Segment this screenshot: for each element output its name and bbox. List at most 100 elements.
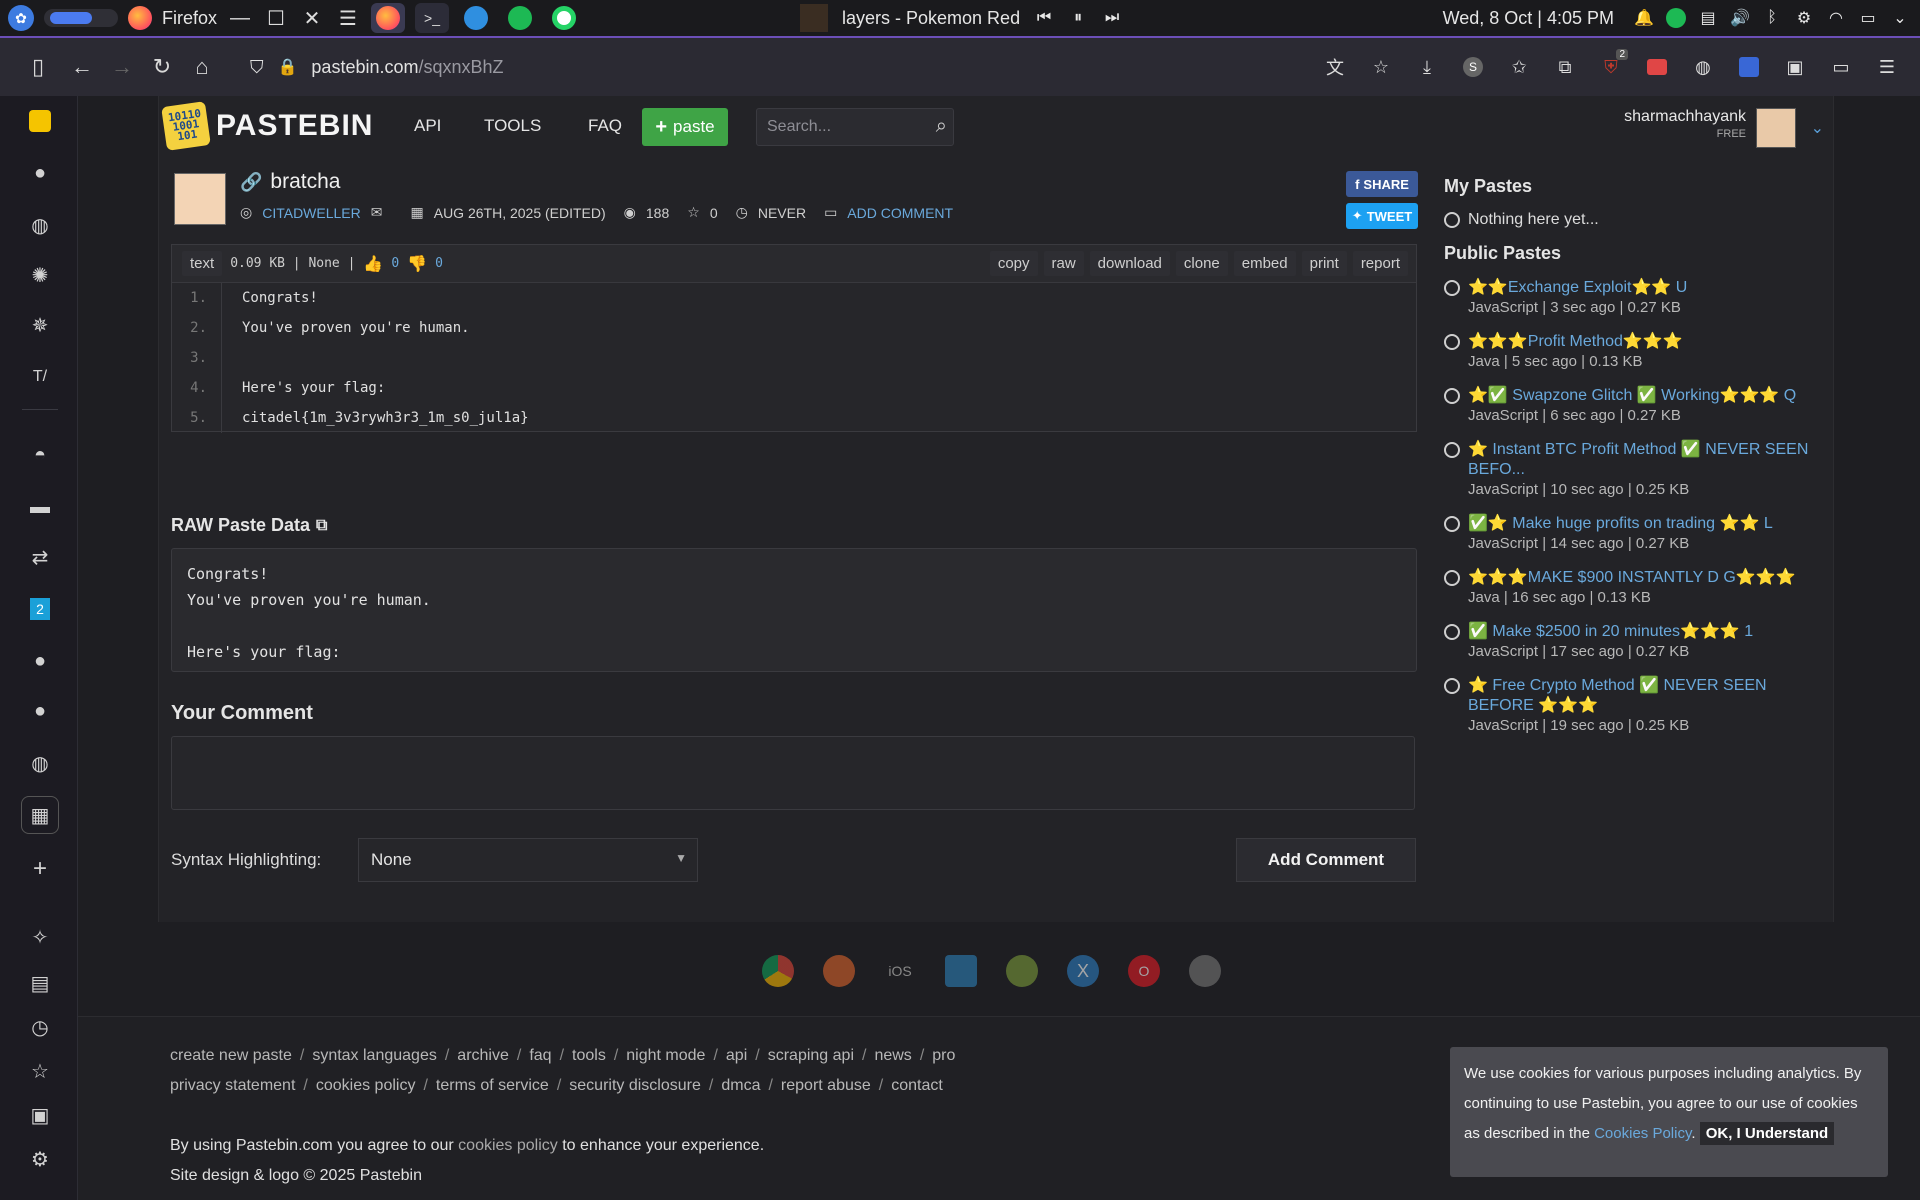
github-icon[interactable]: ● <box>21 154 59 192</box>
firefox-icon[interactable] <box>128 6 152 30</box>
globe-icon[interactable]: ◍ <box>21 206 59 244</box>
taskbar-spotify[interactable] <box>503 3 537 33</box>
footer-link[interactable]: night mode <box>626 1047 705 1065</box>
history-clock-icon[interactable]: ◷ <box>21 1008 59 1046</box>
copy-button[interactable]: copy <box>989 251 1038 276</box>
bluetooth-icon[interactable]: ᛒ <box>1762 8 1782 28</box>
tweet-button[interactable]: ✦ TWEET <box>1346 203 1418 229</box>
next-track-icon[interactable]: ⏭ <box>1102 8 1122 28</box>
nav-tools[interactable]: TOOLS <box>484 116 541 136</box>
public-paste-item[interactable]: ⭐ Instant BTC Profit Method ✅ NEVER SEEN… <box>1444 440 1814 500</box>
app-menu-icon[interactable]: ☰ <box>1868 47 1906 87</box>
public-paste-title[interactable]: ✅⭐ Make huge profits on trading ⭐⭐ L <box>1468 514 1814 534</box>
reload-icon[interactable]: ↻ <box>142 47 182 87</box>
chevron-down-icon[interactable]: ⌄ <box>1811 118 1824 138</box>
image-app-icon[interactable]: ▬ <box>21 488 59 526</box>
maximize-icon[interactable]: ☐ <box>263 6 289 31</box>
text-app-icon[interactable]: T/ <box>21 358 59 396</box>
avatar[interactable] <box>1756 108 1796 148</box>
public-paste-title[interactable]: ⭐ Free Crypto Method ✅ NEVER SEEN BEFORE… <box>1468 676 1814 716</box>
linux-icon[interactable] <box>1189 955 1221 987</box>
author-link[interactable]: CITADWELLER <box>262 205 361 221</box>
public-paste-title[interactable]: ⭐⭐⭐Profit Method⭐⭐⭐ <box>1468 332 1814 352</box>
download-button[interactable]: download <box>1089 251 1170 276</box>
extensions-puzzle-icon[interactable]: ⧉ <box>1546 47 1584 87</box>
share-button[interactable]: f SHARE <box>1346 171 1418 197</box>
bookmarks-icon[interactable]: ✩ <box>1500 47 1538 87</box>
workspace-indicator[interactable] <box>44 9 118 27</box>
public-paste-item[interactable]: ✅ Make $2500 in 20 minutes⭐⭐⭐ 1 JavaScrip… <box>1444 622 1814 662</box>
number-two-app-icon[interactable]: 2 <box>21 590 59 628</box>
windows-icon[interactable] <box>945 955 977 987</box>
sidebar-icon[interactable]: ▭ <box>1822 47 1860 87</box>
footer-link[interactable]: create new paste <box>170 1047 292 1065</box>
globe-icon[interactable]: ◍ <box>21 744 59 782</box>
footer-link[interactable]: scraping api <box>768 1047 854 1065</box>
public-paste-item[interactable]: ⭐✅ Swapzone Glitch ✅ Working⭐⭐⭐ Q JavaScr… <box>1444 386 1814 426</box>
public-paste-item[interactable]: ⭐⭐Exchange Exploit⭐⭐ U JavaScript | 3 sec… <box>1444 278 1814 318</box>
footer-link[interactable]: report abuse <box>781 1077 871 1095</box>
nav-api[interactable]: API <box>414 116 441 136</box>
minimize-icon[interactable]: — <box>227 7 253 30</box>
lock-icon[interactable]: 🔒 <box>278 57 298 77</box>
cookie-ok-button[interactable]: OK, I Understand <box>1699 1122 1835 1145</box>
footer-link[interactable]: security disclosure <box>569 1077 701 1095</box>
user-info[interactable]: sharmachhayank FREE <box>1624 108 1746 140</box>
tray-menu-chevron-icon[interactable]: ⌄ <box>1890 8 1910 28</box>
settings-gear-icon[interactable]: ⚙ <box>21 1140 59 1178</box>
github-icon[interactable]: ● <box>21 692 59 730</box>
footer-link[interactable]: archive <box>457 1047 509 1065</box>
url-text[interactable]: pastebin.com/sqxnxBhZ <box>311 57 503 78</box>
raw-paste-textarea[interactable]: Congrats! You've proven you're human. He… <box>171 548 1417 672</box>
translate-icon[interactable]: 文 <box>1316 47 1354 87</box>
globe-extension-icon[interactable]: ◍ <box>1684 47 1722 87</box>
pastebin-logo[interactable]: 10110 1001 101 PASTEBIN <box>161 101 373 151</box>
raw-button[interactable]: raw <box>1043 251 1084 276</box>
ublock-icon[interactable]: ⛨ 2 <box>1592 47 1630 87</box>
clipboard-icon[interactable]: ▤ <box>1698 8 1718 28</box>
public-paste-item[interactable]: ⭐ Free Crypto Method ✅ NEVER SEEN BEFORE… <box>1444 676 1814 736</box>
download-icon[interactable]: ⤓ <box>1408 47 1446 87</box>
new-paste-button[interactable]: + paste <box>642 108 728 146</box>
public-paste-item[interactable]: ⭐⭐⭐Profit Method⭐⭐⭐ Java | 5 sec ago | 0.… <box>1444 332 1814 372</box>
x-app-icon[interactable]: X <box>1067 955 1099 987</box>
syntax-tag[interactable]: text <box>182 251 223 276</box>
star-bookmarks-icon[interactable]: ☆ <box>21 1052 59 1090</box>
footer-link[interactable]: syntax languages <box>312 1047 437 1065</box>
extension-s-icon[interactable]: S <box>1454 47 1492 87</box>
chrome-icon[interactable] <box>762 955 794 987</box>
print-button[interactable]: print <box>1301 251 1347 276</box>
public-paste-title[interactable]: ✅ Make $2500 in 20 minutes⭐⭐⭐ 1 <box>1468 622 1814 642</box>
author-avatar[interactable] <box>174 173 226 225</box>
nav-faq[interactable]: FAQ <box>588 116 622 136</box>
opera-icon[interactable]: O <box>1128 955 1160 987</box>
sync-app-icon[interactable]: ⇄ <box>21 538 59 576</box>
footer-link[interactable]: pro <box>932 1047 955 1065</box>
sidebar-toggle-icon[interactable]: ▯ <box>18 47 58 87</box>
footer-link[interactable]: cookies policy <box>316 1077 416 1095</box>
container-icon[interactable]: ▣ <box>1776 47 1814 87</box>
taskbar-vscode[interactable] <box>459 3 493 33</box>
volume-icon[interactable]: 🔊 <box>1730 8 1750 28</box>
public-paste-item[interactable]: ✅⭐ Make huge profits on trading ⭐⭐ L Java… <box>1444 514 1814 554</box>
close-icon[interactable]: ✕ <box>299 6 325 31</box>
public-paste-title[interactable]: ⭐ Instant BTC Profit Method ✅ NEVER SEEN… <box>1468 440 1814 480</box>
storage-icon[interactable]: ▤ <box>21 964 59 1002</box>
red-extension-icon[interactable] <box>1638 47 1676 87</box>
thumbs-down-icon[interactable]: 👎 <box>407 254 427 273</box>
footer-link[interactable]: dmca <box>721 1077 760 1095</box>
taskbar-whatsapp[interactable] <box>547 3 581 33</box>
settings-gear-icon[interactable]: ⚙ <box>1794 8 1814 28</box>
copy-clipboard-icon[interactable]: ⧉ <box>316 517 327 535</box>
add-panel-icon[interactable]: + <box>21 850 59 888</box>
footer-link[interactable]: api <box>726 1047 747 1065</box>
clock[interactable]: Wed, 8 Oct | 4:05 PM <box>1443 8 1614 29</box>
spotify-tray-icon[interactable] <box>1666 8 1686 28</box>
language-extension-icon[interactable] <box>1730 47 1768 87</box>
search-icon[interactable]: ⌕ <box>936 115 947 138</box>
spider-app-icon[interactable]: ✵ <box>21 306 59 344</box>
ios-icon[interactable]: iOS <box>884 955 916 987</box>
cap-app-icon[interactable]: ◓ <box>21 436 59 474</box>
calendar-app-icon[interactable]: ▦ <box>21 796 59 834</box>
menu-icon[interactable]: ☰ <box>335 6 361 31</box>
